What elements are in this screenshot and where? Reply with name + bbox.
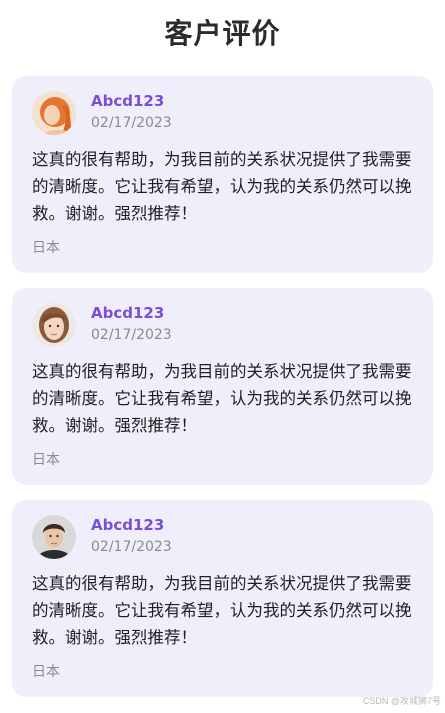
avatar — [32, 91, 76, 135]
review-list: Abcd123 02/17/2023 这真的很有帮助，为我目前的关系状况提供了我… — [12, 76, 433, 712]
review-card: Abcd123 02/17/2023 这真的很有帮助，为我目前的关系状况提供了我… — [12, 500, 433, 697]
review-country: 日本 — [32, 452, 60, 468]
review-text: 这真的很有帮助，为我目前的关系状况提供了我需要的清晰度。它让我有希望，认为我的关… — [32, 362, 412, 435]
avatar — [32, 515, 76, 559]
review-date: 02/17/2023 — [91, 327, 172, 343]
review-date: 02/17/2023 — [91, 115, 172, 131]
review-text: 这真的很有帮助，为我目前的关系状况提供了我需要的清晰度。它让我有希望，认为我的关… — [32, 574, 412, 647]
reviewer-name: Abcd123 — [91, 92, 165, 110]
review-country: 日本 — [32, 664, 60, 680]
page-title: 客户评价 — [164, 17, 281, 50]
reviewer-name: Abcd123 — [91, 304, 165, 322]
review-card: Abcd123 02/17/2023 这真的很有帮助，为我目前的关系状况提供了我… — [12, 288, 433, 485]
review-country: 日本 — [32, 240, 60, 256]
review-date: 02/17/2023 — [91, 539, 172, 555]
review-text: 这真的很有帮助，为我目前的关系状况提供了我需要的清晰度。它让我有希望，认为我的关… — [32, 150, 412, 223]
watermark: CSDN @攻城狮7号 — [362, 696, 441, 706]
avatar — [32, 303, 76, 347]
review-card: Abcd123 02/17/2023 这真的很有帮助，为我目前的关系状况提供了我… — [12, 76, 433, 273]
reviewer-name: Abcd123 — [91, 516, 165, 534]
